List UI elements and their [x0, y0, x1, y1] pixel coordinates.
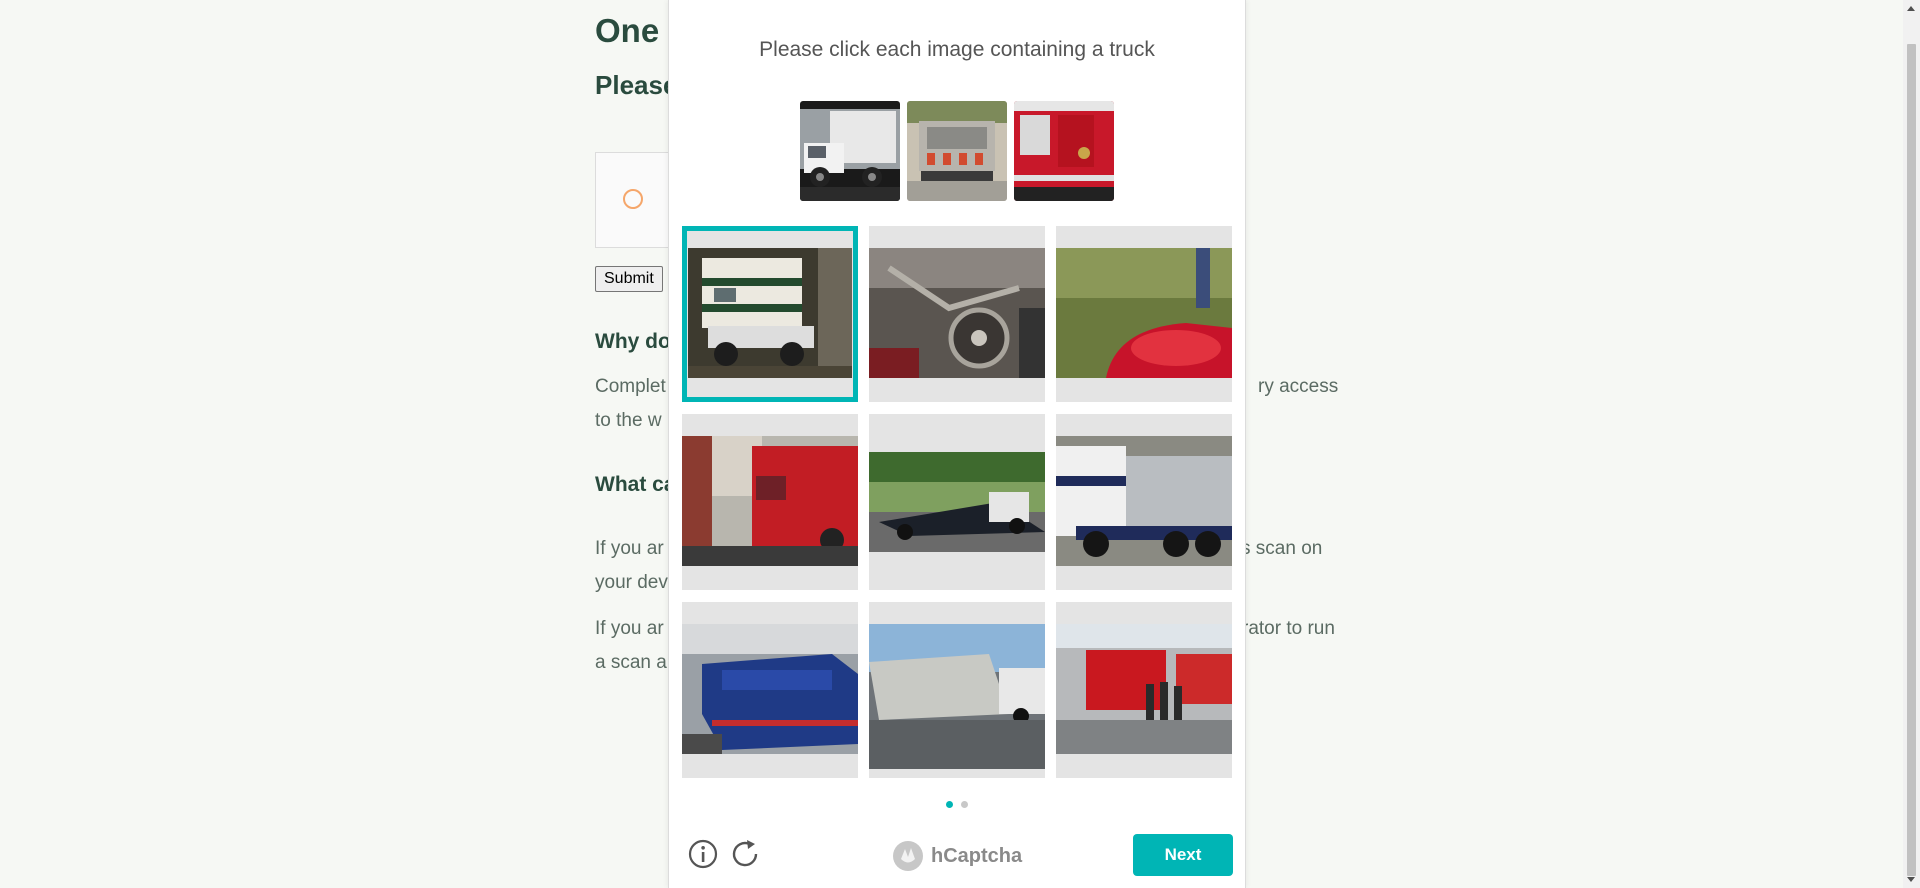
brand-name: hCaptcha	[931, 844, 1023, 867]
refresh-icon[interactable]	[729, 838, 761, 870]
why-line1-right: ry access	[1258, 376, 1339, 397]
tile-image-1	[688, 248, 852, 378]
challenge-prompt: Please click each image containing a tru…	[759, 38, 1155, 61]
tile-image-6	[1056, 436, 1232, 566]
p1-line1-left: If you ar	[595, 538, 664, 559]
scroll-down-arrow-icon[interactable]	[1907, 877, 1915, 882]
grid-tile-6[interactable]	[1056, 414, 1232, 590]
grid-tile-5[interactable]	[869, 414, 1045, 590]
grid-tile-2[interactable]	[869, 226, 1045, 402]
page-dot-1[interactable]	[946, 801, 953, 808]
image-grid	[682, 226, 1232, 778]
why-line1-left: Complet	[595, 376, 666, 397]
tile-image-7	[682, 624, 858, 754]
grid-tile-9[interactable]	[1056, 602, 1232, 778]
tile-image-3	[1056, 248, 1232, 378]
tile-image-5	[869, 452, 1045, 552]
grid-tile-1[interactable]	[682, 226, 858, 402]
why-heading: Why do	[595, 330, 671, 353]
grid-tile-8[interactable]	[869, 602, 1045, 778]
tile-image-4	[682, 436, 858, 566]
grid-tile-3[interactable]	[1056, 226, 1232, 402]
tile-image-2	[869, 248, 1045, 378]
example-image-3	[1014, 101, 1114, 201]
example-images	[800, 101, 1114, 201]
next-button[interactable]: Next	[1133, 834, 1233, 876]
p2-line1-right: rator to run	[1242, 618, 1335, 639]
p1-line1-right: s scan on	[1241, 538, 1323, 559]
page-indicator	[946, 801, 968, 808]
grid-tile-7[interactable]	[682, 602, 858, 778]
scrollbar-thumb[interactable]	[1907, 44, 1916, 876]
p1-line2: your dev	[595, 572, 668, 593]
submit-button[interactable]: Submit	[595, 266, 663, 292]
scroll-up-arrow-icon[interactable]	[1907, 6, 1915, 11]
page-title: One	[595, 12, 660, 49]
hcaptcha-icon	[893, 841, 923, 871]
what-heading: What ca	[595, 473, 676, 496]
page-scrollbar[interactable]	[1903, 0, 1920, 888]
p2-line2: a scan a	[595, 652, 667, 673]
grid-tile-4[interactable]	[682, 414, 858, 590]
hcaptcha-challenge: Please click each image containing a tru…	[668, 0, 1246, 888]
loading-circle-icon	[623, 189, 643, 209]
why-line2: to the w	[595, 410, 662, 431]
page-dot-2[interactable]	[961, 801, 968, 808]
tile-image-8	[869, 624, 1045, 769]
example-image-1	[800, 101, 900, 201]
hcaptcha-logo: hCaptcha	[891, 839, 1022, 873]
info-icon[interactable]	[687, 838, 719, 870]
example-image-2	[907, 101, 1007, 201]
p2-line1-left: If you ar	[595, 618, 664, 639]
page-subtitle: Please	[595, 70, 678, 100]
tile-image-9	[1056, 624, 1232, 754]
